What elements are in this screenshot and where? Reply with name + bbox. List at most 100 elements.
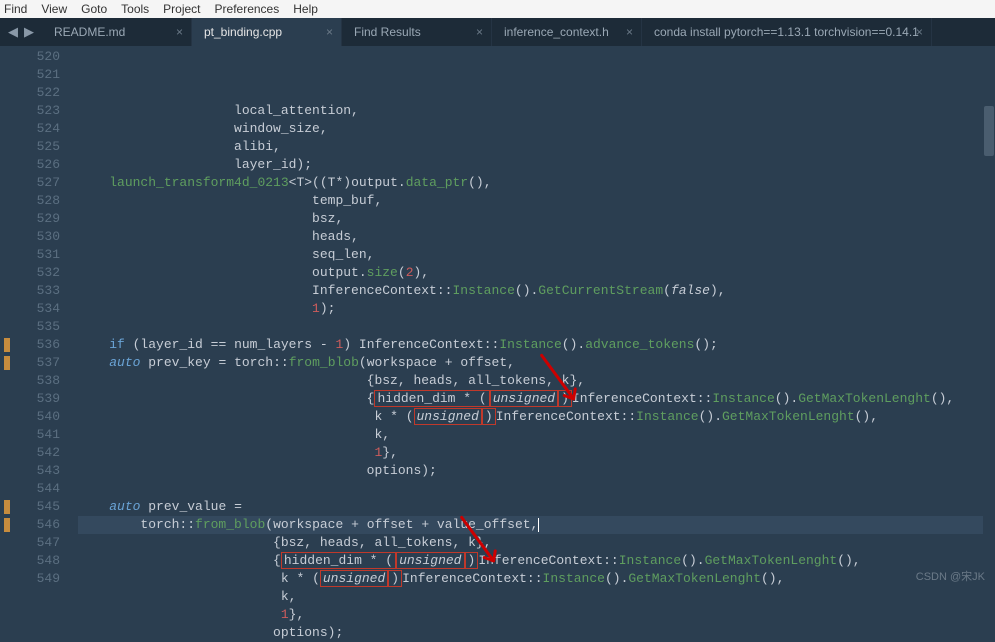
token-pun: <T>((T*) bbox=[289, 175, 351, 190]
code-line[interactable]: k, bbox=[78, 588, 995, 606]
line-number: 549 bbox=[0, 570, 60, 588]
tab-inference-context-h[interactable]: inference_context.h× bbox=[492, 18, 642, 46]
code-line[interactable]: 1); bbox=[78, 300, 995, 318]
menu-goto[interactable]: Goto bbox=[81, 2, 107, 16]
tab-nav-forward-icon[interactable]: ▶ bbox=[24, 25, 34, 40]
token-num: 1 bbox=[312, 301, 320, 316]
token-fn: Instance bbox=[712, 391, 774, 406]
code-line[interactable]: auto prev_value = bbox=[78, 498, 995, 516]
watermark-text: CSDN @宋JK bbox=[916, 568, 985, 584]
code-line[interactable]: layer_id); bbox=[78, 156, 995, 174]
token-id: output. bbox=[78, 265, 367, 280]
tab-readme-md[interactable]: README.md × bbox=[42, 18, 192, 46]
code-line[interactable]: 1}, bbox=[78, 606, 995, 624]
line-number: 521 bbox=[0, 66, 60, 84]
code-area[interactable]: local_attention, window_size, alibi, lay… bbox=[70, 46, 995, 590]
token-pun: ), bbox=[710, 283, 726, 298]
menu-tools[interactable]: Tools bbox=[121, 2, 149, 16]
scroll-thumb[interactable] bbox=[984, 106, 994, 156]
text-cursor bbox=[538, 518, 539, 532]
code-line[interactable]: window_size, bbox=[78, 120, 995, 138]
line-number: 523 bbox=[0, 102, 60, 120]
token-pun: (), bbox=[468, 175, 491, 190]
token-id: InferenceContext:: bbox=[496, 409, 636, 424]
tab-find-results[interactable]: Find Results× bbox=[342, 18, 492, 46]
code-line[interactable]: launch_transform4d_0213<T>((T*)output.da… bbox=[78, 174, 995, 192]
token-id: torch:: bbox=[78, 517, 195, 532]
menu-view[interactable]: View bbox=[41, 2, 67, 16]
line-number: 541 bbox=[0, 426, 60, 444]
tab-close-icon[interactable]: × bbox=[476, 25, 483, 39]
vertical-scrollbar[interactable] bbox=[983, 46, 995, 590]
line-number: 534 bbox=[0, 300, 60, 318]
token-fn: Instance bbox=[452, 283, 514, 298]
token-pun: ( bbox=[265, 517, 273, 532]
line-number: 526 bbox=[0, 156, 60, 174]
token-pun: (). bbox=[699, 409, 722, 424]
gutter-marker bbox=[4, 518, 10, 532]
token-pun: }, bbox=[289, 607, 305, 622]
code-line[interactable]: output.size(2), bbox=[78, 264, 995, 282]
token-id: k bbox=[78, 409, 390, 424]
code-line[interactable]: {bsz, heads, all_tokens, k}, bbox=[78, 534, 995, 552]
code-line[interactable]: InferenceContext::Instance().GetCurrentS… bbox=[78, 282, 995, 300]
token-fn: advance_tokens bbox=[585, 337, 694, 352]
token-pun: . bbox=[398, 175, 406, 190]
tab-close-icon[interactable]: × bbox=[626, 25, 633, 39]
code-line[interactable]: heads, bbox=[78, 228, 995, 246]
code-line[interactable]: options); bbox=[78, 624, 995, 642]
code-line[interactable]: 1}, bbox=[78, 444, 995, 462]
token-id: heads, bbox=[78, 229, 359, 244]
token-op: == bbox=[211, 337, 227, 352]
tab-pt-binding-cpp[interactable]: pt_binding.cpp× bbox=[192, 18, 342, 46]
token-id: (layer_id bbox=[125, 337, 211, 352]
highlighted-box-unsigned: unsigned bbox=[396, 552, 464, 569]
menu-project[interactable]: Project bbox=[163, 2, 200, 16]
tab-nav-back-icon[interactable]: ◀ bbox=[8, 25, 18, 40]
code-line[interactable]: k * (unsigned)InferenceContext::Instance… bbox=[78, 570, 995, 588]
token-id: temp_buf, bbox=[78, 193, 382, 208]
token-id: workspace bbox=[367, 355, 445, 370]
code-line[interactable]: alibi, bbox=[78, 138, 995, 156]
token-fn: data_ptr bbox=[406, 175, 468, 190]
code-line[interactable] bbox=[78, 318, 995, 336]
menu-help[interactable]: Help bbox=[293, 2, 318, 16]
token-pun: { bbox=[273, 553, 281, 568]
line-number: 529 bbox=[0, 210, 60, 228]
token-id: offset bbox=[359, 517, 421, 532]
tab-close-icon[interactable]: × bbox=[916, 25, 923, 39]
token-id: k bbox=[78, 571, 296, 586]
token-pun: (). bbox=[515, 283, 538, 298]
token-id: bsz, bbox=[78, 211, 343, 226]
token-pun: (). bbox=[562, 337, 585, 352]
tab-close-icon[interactable]: × bbox=[176, 25, 183, 39]
token-num: 1 bbox=[281, 607, 289, 622]
token-pun: ( bbox=[406, 409, 414, 424]
code-line[interactable]: local_attention, bbox=[78, 102, 995, 120]
tab-label: README.md bbox=[54, 25, 125, 39]
line-number: 542 bbox=[0, 444, 60, 462]
token-fn: from_blob bbox=[195, 517, 265, 532]
menu-preferences[interactable]: Preferences bbox=[215, 2, 280, 16]
tab-conda-install-pytorch-1-[interactable]: conda install pytorch==1.13.1 torchvisio… bbox=[642, 18, 932, 46]
line-number: 522 bbox=[0, 84, 60, 102]
code-line[interactable]: torch::from_blob(workspace + offset + va… bbox=[78, 516, 995, 534]
code-line[interactable] bbox=[78, 480, 995, 498]
code-line[interactable]: k, bbox=[78, 426, 995, 444]
code-line[interactable]: {hidden_dim * (unsigned)InferenceContext… bbox=[78, 390, 995, 408]
code-line[interactable]: options); bbox=[78, 462, 995, 480]
token-op: + bbox=[351, 517, 359, 532]
token-id: {bsz, heads, all_tokens, k}, bbox=[78, 373, 585, 388]
code-line[interactable]: temp_buf, bbox=[78, 192, 995, 210]
code-line[interactable]: bsz, bbox=[78, 210, 995, 228]
code-line[interactable]: seq_len, bbox=[78, 246, 995, 264]
code-line[interactable]: k * (unsigned)InferenceContext::Instance… bbox=[78, 408, 995, 426]
tab-close-icon[interactable]: × bbox=[326, 25, 333, 39]
token-id bbox=[328, 337, 336, 352]
menu-bar: Find View Goto Tools Project Preferences Help bbox=[0, 0, 995, 18]
highlighted-box: hidden_dim * ( bbox=[374, 390, 489, 407]
menu-find[interactable]: Find bbox=[4, 2, 27, 16]
token-id: k, bbox=[78, 427, 390, 442]
code-line[interactable]: {hidden_dim * (unsigned)InferenceContext… bbox=[78, 552, 995, 570]
line-number: 535 bbox=[0, 318, 60, 336]
